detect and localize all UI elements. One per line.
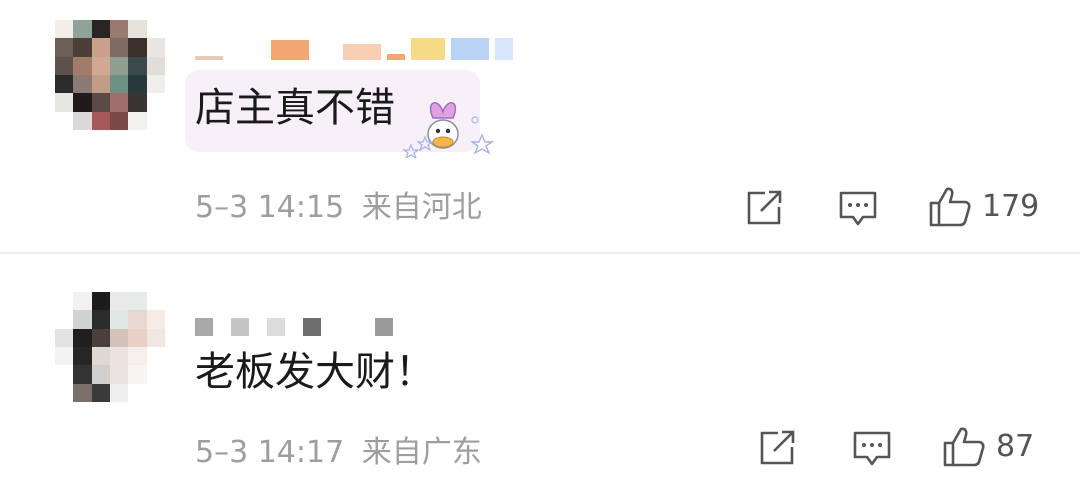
share-icon [747,190,782,225]
like-count: 179 [982,189,1040,224]
like-button[interactable]: 179 [928,186,1039,228]
comment-icon [839,191,877,226]
comment-meta: 5–3 14:15 来自河北 [195,193,482,223]
comment-time: 5–3 14:15 [195,190,345,225]
like-count: 87 [996,429,1035,464]
comment-text: 店主真不错 [195,85,395,131]
comment-text: 老板发大财！ [195,349,435,395]
comment-location: 来自广东 [361,435,482,470]
share-button[interactable] [745,190,783,226]
share-button[interactable] [758,430,796,466]
avatar[interactable] [55,292,165,402]
thumbs-up-icon [943,427,985,467]
avatar[interactable] [55,20,165,130]
share-icon [760,430,795,465]
username-blurred[interactable] [195,312,393,336]
like-button[interactable]: 87 [942,426,1034,468]
comment-button[interactable] [852,430,892,468]
comment-icon [853,431,891,466]
comment-item-1: 店主真不错 5–3 14:15 来自河北 179 [0,0,1080,252]
thumbs-up-icon [929,187,971,227]
duck-sticker-icon [402,102,495,158]
comment-item-2: 老板发大财！ 5–3 14:17 来自广东 87 [0,254,1080,494]
username-blurred[interactable] [195,36,513,60]
comment-location: 来自河北 [361,190,482,225]
comment-meta: 5–3 14:17 来自广东 [195,438,482,468]
comment-time: 5–3 14:17 [195,435,345,470]
comment-button[interactable] [838,190,878,228]
